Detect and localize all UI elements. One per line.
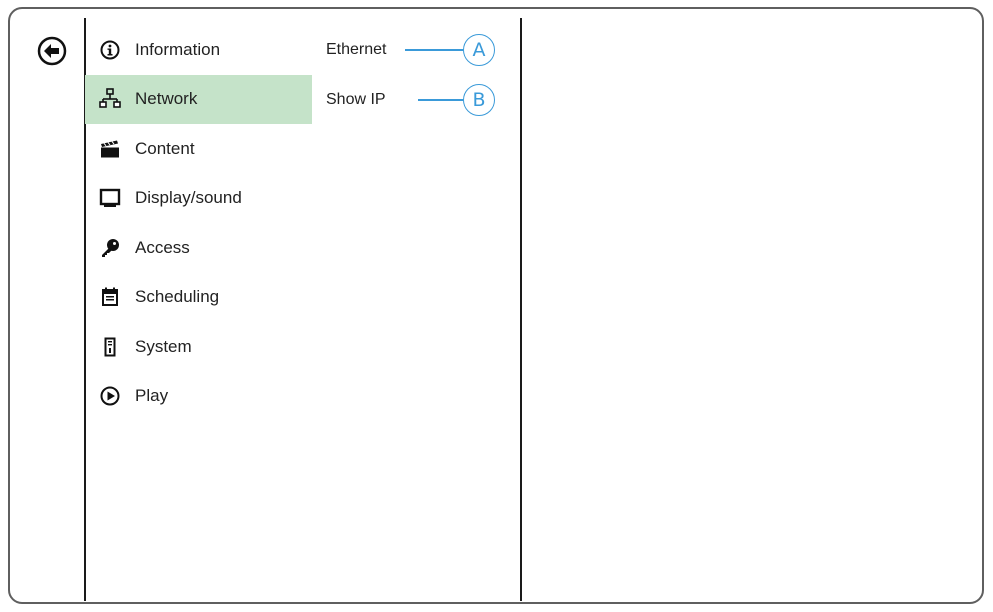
menu-item-label: Content [135,138,195,158]
submenu-item-ethernet[interactable]: Ethernet [326,25,386,75]
network-submenu: Ethernet Show IP [326,25,386,125]
callout-line [405,49,463,51]
menu-item-network[interactable]: Network [85,74,312,124]
clapperboard-icon [99,138,121,160]
network-icon [99,88,121,110]
menu-item-display-sound[interactable]: Display/sound [85,174,312,224]
submenu-item-show-ip[interactable]: Show IP [326,75,386,125]
settings-menu: Information Network Content Display/soun… [85,25,312,421]
menu-item-information[interactable]: Information [85,25,312,75]
menu-item-label: Scheduling [135,287,220,307]
back-button[interactable] [37,36,67,66]
menu-item-label: Access [135,237,190,257]
play-icon [99,385,121,407]
menu-item-scheduling[interactable]: Scheduling [85,273,312,323]
submenu-item-label: Ethernet [326,41,387,58]
key-icon [99,237,121,259]
tower-icon [99,336,121,358]
menu-item-access[interactable]: Access [85,223,312,273]
menu-item-label: Display/sound [135,188,242,208]
callout-b: B [418,84,495,116]
calendar-icon [99,286,121,308]
menu-item-label: Information [135,39,221,59]
callout-marker: B [463,84,495,116]
menu-item-play[interactable]: Play [85,372,312,422]
menu-item-label: Network [135,89,198,109]
back-arrow-icon [37,36,67,66]
menu-item-content[interactable]: Content [85,124,312,174]
callout-a: A [405,34,495,66]
callout-line [418,99,463,101]
info-icon [99,39,121,61]
submenu-item-label: Show IP [326,91,386,108]
callout-marker: A [463,34,495,66]
monitor-icon [99,187,121,209]
menu-item-label: Play [135,386,169,406]
right-divider [520,18,522,601]
menu-item-system[interactable]: System [85,322,312,372]
menu-item-label: System [135,336,192,356]
